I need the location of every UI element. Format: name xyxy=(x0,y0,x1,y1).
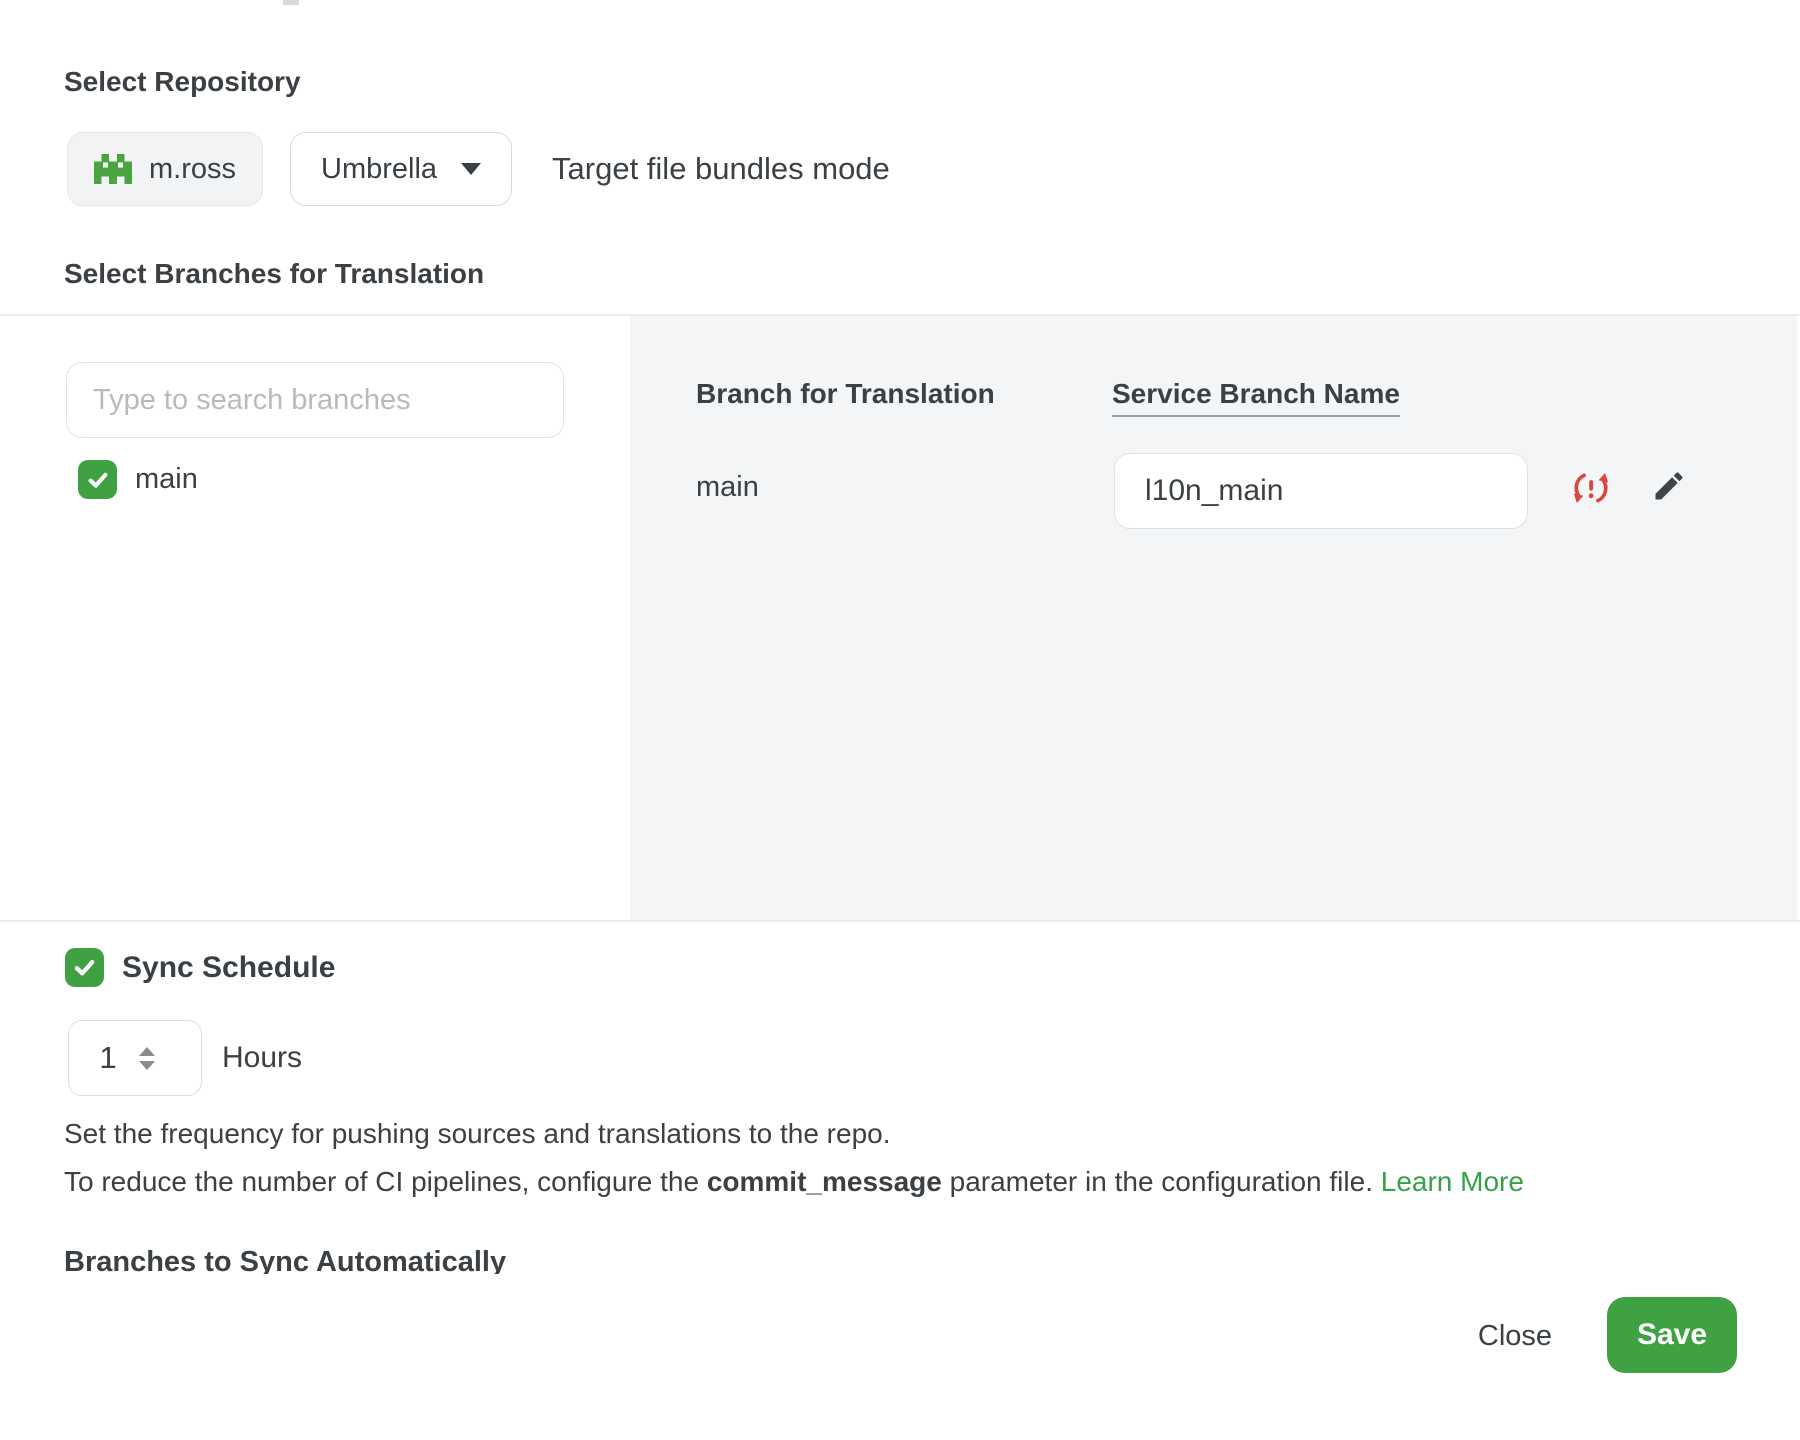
repository-row: m.ross Umbrella Target file bundles mode xyxy=(67,132,890,206)
ci-note-prefix: To reduce the number of CI pipelines, co… xyxy=(64,1166,707,1197)
sync-schedule-label: Sync Schedule xyxy=(122,948,335,988)
branch-selection-panel: main Branch for Translation Service Bran… xyxy=(0,314,1800,922)
branch-main-label: main xyxy=(135,460,198,499)
pencil-icon xyxy=(1651,468,1687,504)
stepper-down-icon[interactable] xyxy=(139,1061,155,1070)
stepper-arrows[interactable] xyxy=(139,1047,155,1070)
branches-to-sync-heading-clipped: Branches to Sync Automatically xyxy=(64,1242,506,1274)
learn-more-link[interactable]: Learn More xyxy=(1381,1166,1524,1197)
sync-error-retry-button[interactable] xyxy=(1572,469,1610,507)
sync-error-icon xyxy=(1572,469,1610,507)
sync-schedule-checkbox[interactable] xyxy=(65,948,104,987)
checkmark-icon xyxy=(71,954,98,981)
edit-service-branch-button[interactable] xyxy=(1650,468,1688,506)
project-dropdown-value: Umbrella xyxy=(321,153,437,186)
column-header-service-branch[interactable]: Service Branch Name xyxy=(1112,378,1400,417)
project-dropdown[interactable]: Umbrella xyxy=(290,132,512,206)
branch-search-input[interactable] xyxy=(66,362,564,438)
service-branch-input[interactable] xyxy=(1114,453,1528,529)
chevron-down-icon xyxy=(461,163,481,175)
checkmark-icon xyxy=(85,467,111,493)
stepper-up-icon[interactable] xyxy=(139,1047,155,1056)
select-branches-label: Select Branches for Translation xyxy=(64,258,484,290)
repository-name: m.ross xyxy=(149,153,236,186)
target-mode-text: Target file bundles mode xyxy=(552,151,890,187)
save-button[interactable]: Save xyxy=(1607,1297,1737,1373)
ci-note-suffix: parameter in the configuration file. xyxy=(942,1166,1381,1197)
frequency-description: Set the frequency for pushing sources an… xyxy=(64,1118,891,1150)
repo-identicon-icon xyxy=(94,152,132,186)
screen: Select Repository m.ross Umbrella xyxy=(0,0,1800,1440)
commit-message-param: commit_message xyxy=(707,1166,942,1197)
column-header-branch: Branch for Translation xyxy=(696,378,995,410)
sync-interval-stepper xyxy=(68,1020,202,1096)
repository-chip[interactable]: m.ross xyxy=(67,132,263,206)
sync-interval-input[interactable] xyxy=(69,1040,137,1076)
branch-main-checkbox[interactable] xyxy=(78,460,117,499)
interval-unit-label: Hours xyxy=(222,1020,302,1096)
branches-to-sync-label: Branches to Sync Automatically xyxy=(64,1242,506,1274)
clipped-element-fragment xyxy=(283,0,299,5)
repository-settings-dialog: Select Repository m.ross Umbrella xyxy=(0,0,1800,1437)
ci-pipelines-note: To reduce the number of CI pipelines, co… xyxy=(64,1166,1524,1198)
table-row-branch-name: main xyxy=(696,471,759,504)
select-repository-label: Select Repository xyxy=(64,66,301,98)
close-button[interactable]: Close xyxy=(1447,1300,1583,1372)
